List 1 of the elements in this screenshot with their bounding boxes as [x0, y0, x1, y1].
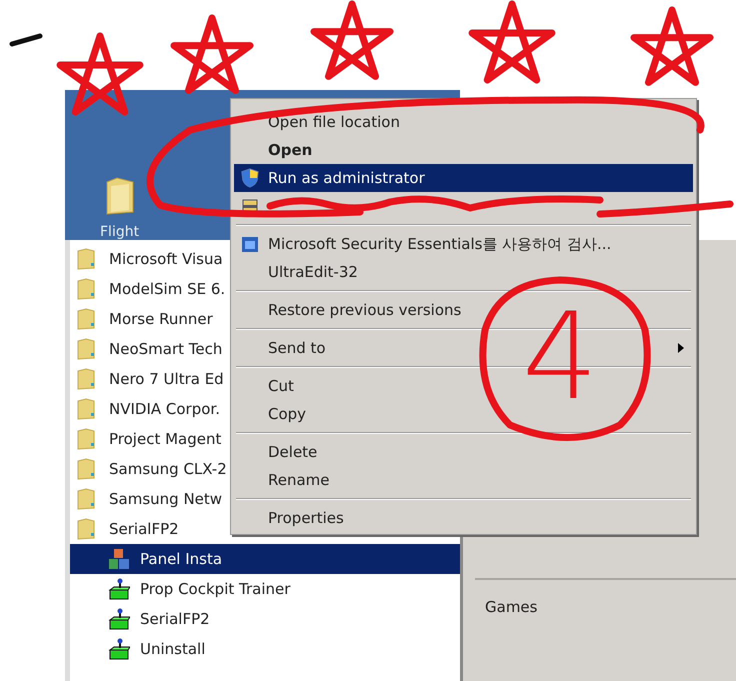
- annotation-number: 4: [522, 298, 598, 418]
